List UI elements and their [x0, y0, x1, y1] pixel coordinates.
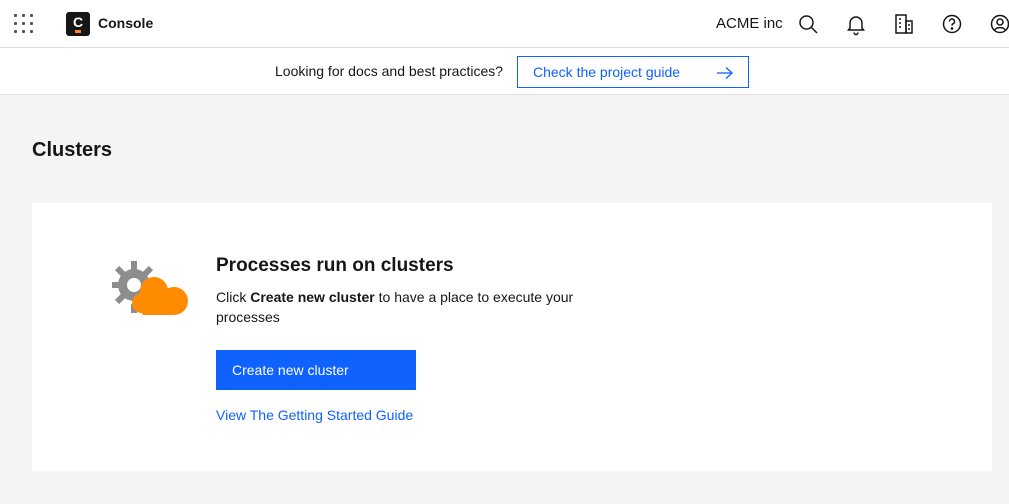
create-new-cluster-button[interactable]: Create new cluster	[216, 350, 416, 390]
docs-banner: Looking for docs and best practices?	[0, 48, 1009, 95]
cloud-gear-illustration-icon	[112, 261, 188, 315]
getting-started-guide-link[interactable]: View The Getting Started Guide	[216, 407, 413, 423]
app-switcher-icon[interactable]	[14, 14, 34, 34]
logo-letter: C	[72, 14, 84, 30]
project-guide-button[interactable]: Check the project guide	[517, 56, 749, 88]
project-guide-button-label: Check the project guide	[533, 64, 681, 80]
building-icon[interactable]	[892, 12, 916, 36]
notification-icon[interactable]	[844, 12, 868, 36]
top-header: C Console ACME inc	[0, 0, 1009, 48]
product-logo[interactable]: C	[66, 12, 90, 36]
page-title: Clusters	[32, 139, 113, 161]
emphasis-text: Create new cluster	[250, 289, 375, 305]
empty-state-heading: Processes run on clusters	[216, 255, 454, 276]
user-avatar-icon[interactable]	[988, 12, 1009, 36]
create-new-cluster-label: Create new cluster	[232, 362, 349, 378]
product-name[interactable]: Console	[98, 15, 153, 31]
banner-text: Looking for docs and best practices?	[275, 63, 504, 79]
search-icon[interactable]	[796, 12, 820, 36]
arrow-right-icon	[717, 67, 733, 79]
empty-state-description: Click Create new cluster to have a place…	[216, 289, 574, 325]
org-switcher[interactable]: ACME inc	[716, 15, 783, 32]
empty-state-card: Processes run on clusters Click Create n…	[32, 203, 992, 471]
help-icon[interactable]	[940, 12, 964, 36]
